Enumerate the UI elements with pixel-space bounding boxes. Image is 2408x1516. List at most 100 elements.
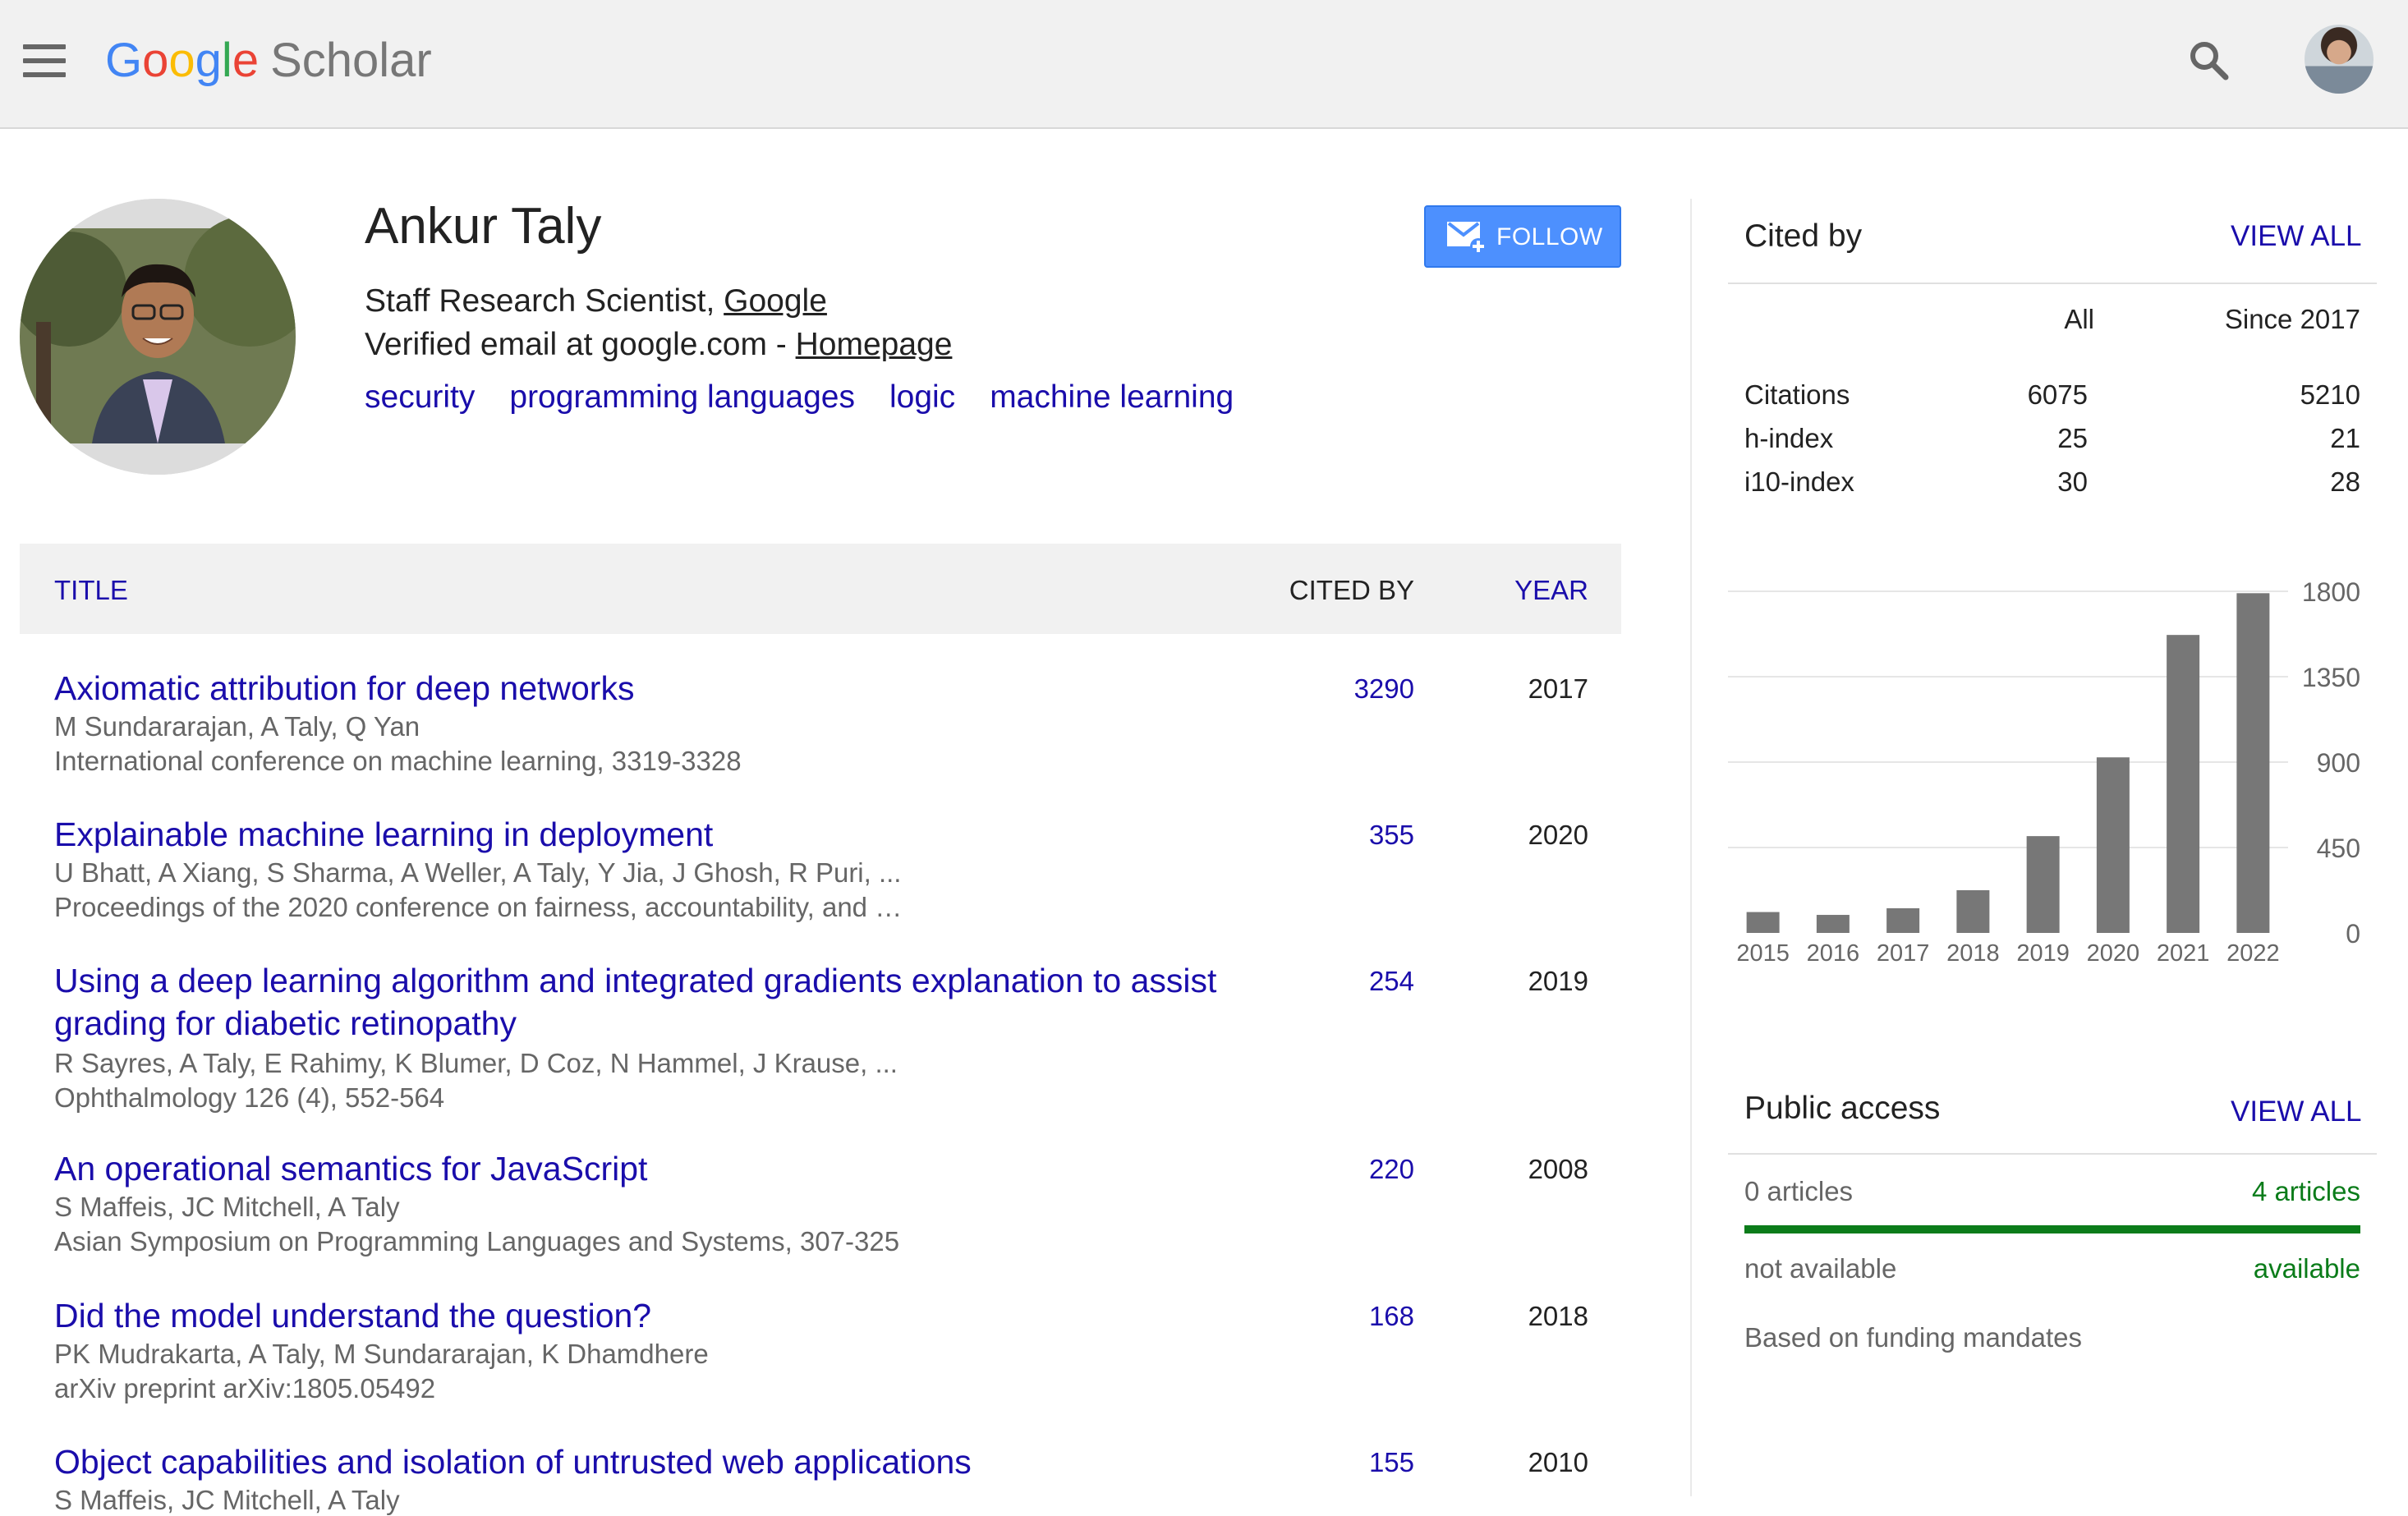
x-tick-label: 2016 <box>1807 940 1860 967</box>
stat-all: 30 <box>2057 466 2088 497</box>
unavailable-articles-count: 0 articles <box>1744 1176 1854 1206</box>
available-articles-count[interactable]: 4 articles <box>2252 1176 2360 1207</box>
article-year: 2008 <box>1528 1154 1588 1184</box>
bar-2021[interactable] <box>2167 635 2200 933</box>
divider <box>1728 1153 2377 1155</box>
account-avatar[interactable] <box>2305 25 2374 94</box>
x-tick-label: 2018 <box>1946 940 2000 967</box>
article-year: 2017 <box>1528 673 1588 704</box>
y-tick-label: 1800 <box>2302 577 2360 607</box>
article-year: 2010 <box>1528 1447 1588 1477</box>
cited-by-count[interactable]: 355 <box>1369 820 1414 851</box>
article-year: 2018 <box>1528 1301 1588 1331</box>
funding-mandates-note: Based on funding mandates <box>1744 1322 2082 1353</box>
bar-2020[interactable] <box>2096 757 2130 933</box>
x-tick-label: 2022 <box>2226 940 2280 967</box>
follow-button[interactable]: FOLLOW <box>1424 205 1621 268</box>
citations-per-year-chart: 0 450 900 1350 1800 2015 2016 2017 2018 2019 2020 2… <box>1728 577 2360 967</box>
article-authors: R Sayres, A Taly, E Rahimy, K Blumer, D … <box>54 1048 898 1078</box>
sort-by-title[interactable]: TITLE <box>54 575 128 606</box>
article-title-link[interactable]: Object capabilities and isolation of unt… <box>54 1440 1270 1483</box>
public-access-progress-bar <box>1744 1225 2360 1233</box>
article-venue: Asian Symposium on Programming Languages… <box>54 1226 900 1256</box>
profile-email-line: Verified email at google.com - Homepage <box>365 327 953 362</box>
y-tick-label: 450 <box>2317 834 2360 863</box>
stat-label: i10-index <box>1744 466 1854 497</box>
not-available-label: not available <box>1744 1253 1897 1284</box>
x-tick-label: 2019 <box>2016 940 2070 967</box>
google-scholar-logo[interactable]: Google Scholar <box>105 28 432 94</box>
public-access-view-all-link[interactable]: VIEW ALL <box>2231 1096 2362 1128</box>
stat-label: Citations <box>1744 379 1850 410</box>
stat-since: 5210 <box>2300 379 2360 410</box>
article-venue: Ophthalmology 126 (4), 552-564 <box>54 1082 445 1113</box>
bar-2019[interactable] <box>2026 836 2060 933</box>
bar-2017[interactable] <box>1886 907 1920 933</box>
profile-name: Ankur Taly <box>365 198 602 255</box>
x-tick-label: 2015 <box>1736 940 1790 967</box>
stats-row-citations: Citations 6075 5210 <box>1728 379 2377 420</box>
search-icon[interactable] <box>2186 38 2232 84</box>
article-year: 2020 <box>1528 820 1588 850</box>
bar-2022[interactable] <box>2236 593 2270 933</box>
affiliation-link[interactable]: Google <box>724 283 827 319</box>
article-venue: arXiv preprint arXiv:1805.05492 <box>54 1373 436 1403</box>
stat-all: 25 <box>2057 423 2088 453</box>
column-divider <box>1690 199 1692 1496</box>
cited-by-heading: Cited by <box>1744 218 1863 254</box>
article-title-link[interactable]: Using a deep learning algorithm and inte… <box>54 959 1270 1045</box>
cited-by-count[interactable]: 168 <box>1369 1301 1414 1332</box>
article-title-link[interactable]: Axiomatic attribution for deep networks <box>54 667 1270 710</box>
top-app-bar: Google Scholar <box>0 0 2408 129</box>
article-title-link[interactable]: An operational semantics for JavaScript <box>54 1147 1270 1190</box>
x-tick-label: 2020 <box>2087 940 2140 967</box>
article-year: 2019 <box>1528 966 1588 996</box>
article-authors: S Maffeis, JC Mitchell, A Taly <box>54 1192 400 1222</box>
profile-photo <box>20 199 296 475</box>
articles-table-header: TITLE CITED BY YEAR <box>20 544 1621 634</box>
article-authors: PK Mudrakarta, A Taly, M Sundararajan, K… <box>54 1339 709 1369</box>
interest-logic[interactable]: logic <box>889 379 955 415</box>
stats-row-i10-index: i10-index 30 28 <box>1728 466 2377 508</box>
article-title-link[interactable]: Explainable machine learning in deployme… <box>54 813 1270 856</box>
stat-label: h-index <box>1744 423 1834 453</box>
follow-label: FOLLOW <box>1496 223 1603 250</box>
profile-affiliation: Staff Research Scientist, Google <box>365 283 827 319</box>
article-authors: M Sundararajan, A Taly, Q Yan <box>54 711 420 742</box>
article-title-link[interactable]: Did the model understand the question? <box>54 1294 1270 1337</box>
available-label: available <box>2253 1253 2360 1284</box>
cited-by-count[interactable]: 155 <box>1369 1447 1414 1478</box>
cited-by-count[interactable]: 3290 <box>1354 673 1414 705</box>
interest-programming-languages[interactable]: programming languages <box>509 379 855 415</box>
hamburger-menu-icon[interactable] <box>23 44 66 77</box>
homepage-link[interactable]: Homepage <box>796 327 953 362</box>
stats-column-all: All <box>2064 304 2094 334</box>
sort-by-year[interactable]: YEAR <box>1514 575 1588 606</box>
stats-column-since: Since 2017 <box>2224 304 2360 334</box>
stats-row-h-index: h-index 25 21 <box>1728 423 2377 464</box>
article-authors: U Bhatt, A Xiang, S Sharma, A Weller, A … <box>54 857 902 888</box>
y-tick-label: 0 <box>2346 919 2360 949</box>
article-venue: International conference on machine lear… <box>54 746 742 776</box>
y-tick-label: 900 <box>2317 748 2360 778</box>
y-tick-label: 1350 <box>2302 663 2360 692</box>
x-tick-label: 2021 <box>2157 940 2210 967</box>
interest-security[interactable]: security <box>365 379 475 415</box>
stat-all: 6075 <box>2027 379 2088 410</box>
bar-2018[interactable] <box>1956 890 1990 933</box>
bar-2015[interactable] <box>1746 912 1780 933</box>
stat-since: 21 <box>2330 423 2360 453</box>
cited-by-count[interactable]: 254 <box>1369 966 1414 997</box>
bar-2016[interactable] <box>1816 915 1850 933</box>
cited-by-view-all-link[interactable]: VIEW ALL <box>2231 220 2362 253</box>
public-access-heading: Public access <box>1744 1091 1941 1126</box>
sort-by-cited-by[interactable]: CITED BY <box>1289 575 1414 606</box>
interest-machine-learning[interactable]: machine learning <box>990 379 1234 415</box>
divider <box>1728 283 2377 284</box>
envelope-plus-icon <box>1447 222 1487 255</box>
cited-by-count[interactable]: 220 <box>1369 1154 1414 1185</box>
article-authors: S Maffeis, JC Mitchell, A Taly <box>54 1485 400 1515</box>
research-interests: security programming languages logic machin… <box>365 379 1268 416</box>
stat-since: 28 <box>2330 466 2360 497</box>
x-tick-label: 2017 <box>1877 940 1930 967</box>
